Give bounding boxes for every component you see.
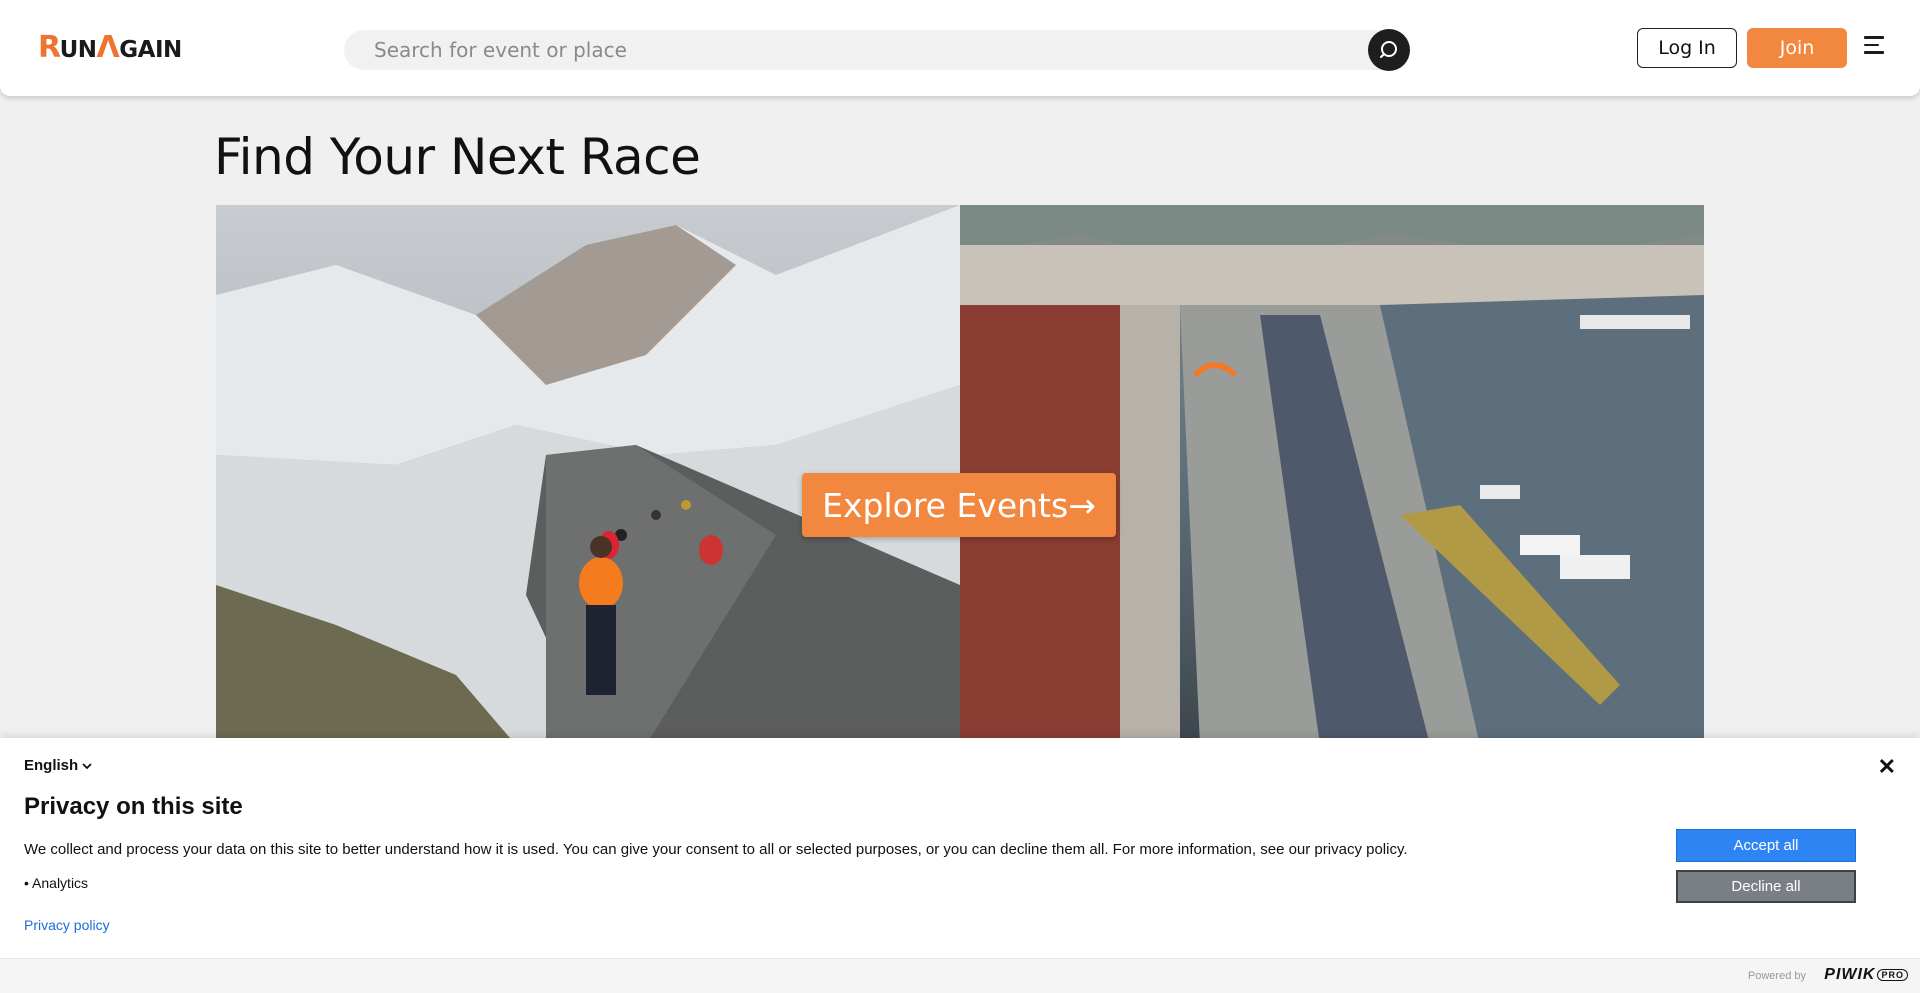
decline-all-button[interactable]: Decline all xyxy=(1676,870,1856,903)
search-icon xyxy=(1380,41,1397,58)
login-button[interactable]: Log In xyxy=(1637,28,1737,68)
logo-text-gain: GAIN xyxy=(119,37,182,63)
site-header: R UN Λ GAIN Log In Join xyxy=(0,0,1920,96)
runagain-logo[interactable]: R UN Λ GAIN xyxy=(38,30,182,65)
menu-line xyxy=(1864,36,1884,39)
menu-line xyxy=(1864,51,1884,54)
privacy-policy-link[interactable]: Privacy policy xyxy=(24,917,110,933)
piwik-pro-badge: PRO xyxy=(1877,968,1908,981)
purpose-label: Analytics xyxy=(32,875,89,891)
consent-footer: Powered by PIWIK PRO xyxy=(0,958,1920,993)
page-title: Find Your Next Race xyxy=(214,128,701,186)
explore-events-button[interactable]: Explore Events→ xyxy=(802,473,1116,537)
purpose-list-item: • Analytics xyxy=(24,875,89,891)
language-label: English xyxy=(24,757,79,774)
logo-letter-a: Λ xyxy=(96,30,120,65)
piwik-brand: PIWIK xyxy=(1824,966,1876,983)
search-button[interactable] xyxy=(1368,29,1410,71)
accept-all-button[interactable]: Accept all xyxy=(1676,829,1856,862)
logo-text-un: UN xyxy=(59,37,97,63)
chevron-down-icon xyxy=(82,762,92,769)
consent-description: We collect and process your data on this… xyxy=(24,841,1408,858)
search-bar xyxy=(344,29,1410,71)
close-icon[interactable]: ✕ xyxy=(1878,754,1896,780)
language-selector[interactable]: English xyxy=(24,757,92,774)
join-button[interactable]: Join xyxy=(1747,28,1847,68)
piwik-pro-logo[interactable]: PIWIK PRO xyxy=(1824,966,1908,984)
hamburger-menu-icon[interactable] xyxy=(1864,36,1890,60)
privacy-consent-banner: English ✕ Privacy on this site We collec… xyxy=(0,738,1920,993)
menu-line xyxy=(1864,43,1879,46)
powered-by-label: Powered by xyxy=(1747,970,1806,982)
search-input[interactable] xyxy=(374,30,1334,70)
logo-letter-r: R xyxy=(38,30,61,65)
consent-title: Privacy on this site xyxy=(24,793,243,820)
